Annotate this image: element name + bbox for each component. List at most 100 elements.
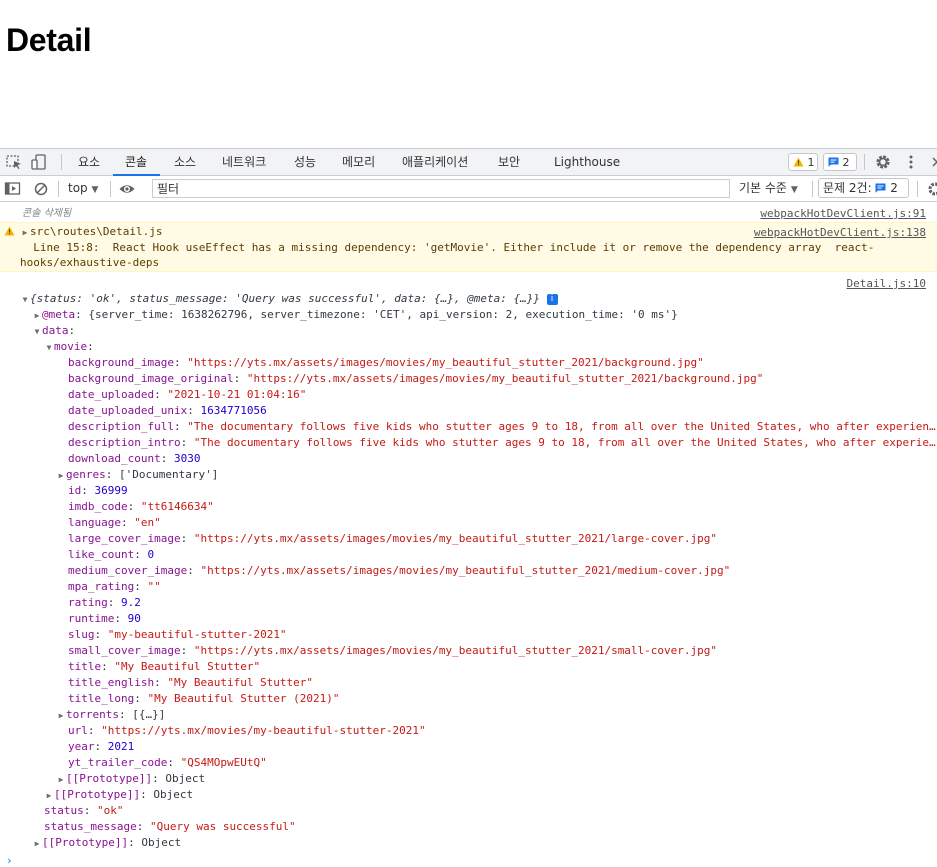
clear-console-icon[interactable]	[32, 180, 50, 198]
tree-row: description_full: "The documentary follo…	[68, 420, 936, 433]
console-output: 콘솔 삭제됨 webpackHotDevClient.js:91 ▶ src\ro…	[0, 202, 937, 867]
tree-row: background_image: "https://yts.mx/assets…	[68, 356, 704, 369]
tree-row: background_image_original: "https://yts.…	[68, 372, 764, 385]
tree-row[interactable]: ▼ movie:	[44, 339, 94, 355]
message-icon	[828, 157, 839, 167]
log-levels-dropdown[interactable]: 기본 수준 ▼	[739, 176, 798, 201]
expand-arrow-icon: ▶	[58, 471, 64, 480]
tree-value: "https://yts.mx/assets/images/movies/my_…	[193, 644, 718, 657]
tree-key: torrents	[66, 708, 119, 721]
tree-key: title_long	[68, 692, 135, 705]
tree-row: title: "My Beautiful Stutter"	[68, 660, 261, 673]
tab-sources[interactable]: 소스	[174, 149, 196, 176]
tree-row: url: "https://yts.mx/movies/my-beautiful…	[68, 724, 426, 737]
tree-row-meta[interactable]: ▶ @meta: {server_time: 1638262796, server…	[32, 307, 678, 323]
tree-row[interactable]: ▶ [[Prototype]]: Object	[56, 771, 206, 787]
tree-value: 90	[127, 612, 141, 625]
expand-arrow-icon: ▶	[58, 711, 64, 720]
tree-key: rating	[68, 596, 108, 609]
tree-value: "https://yts.mx/assets/images/movies/my_…	[193, 532, 718, 545]
tree-value: "QS4MOpwEUtQ"	[180, 756, 267, 769]
tree-key: medium_cover_image	[68, 564, 188, 577]
tree-key: imdb_code	[68, 500, 128, 513]
tree-key: slug	[68, 628, 95, 641]
warnings-badge[interactable]: 1	[788, 153, 818, 171]
context-selector[interactable]: top ▼	[68, 176, 98, 201]
issues-label: 문제 2건:	[823, 181, 872, 195]
tree-row: medium_cover_image: "https://yts.mx/asse…	[68, 564, 731, 577]
warning-icon	[793, 157, 804, 167]
tree-key: [[Prototype]]	[42, 836, 129, 849]
tree-row: slug: "my-beautiful-stutter-2021"	[68, 628, 287, 641]
log-object-summary[interactable]: ▼ {status: 'ok', status_message: 'Query w…	[20, 291, 558, 307]
tree-row[interactable]: ▶ torrents: [{…}]	[56, 707, 166, 723]
tree-key: genres	[66, 468, 106, 481]
tree-value: "My Beautiful Stutter"	[114, 660, 261, 673]
messages-badge[interactable]: 2	[823, 153, 857, 171]
inspect-element-icon[interactable]	[5, 153, 23, 171]
issues-count: 2	[890, 181, 898, 195]
console-filter-bar: top ▼ 기본 수준 ▼ 문제 2건: 2	[0, 176, 937, 202]
tree-key: date_uploaded	[68, 388, 155, 401]
tree-key: large_cover_image	[68, 532, 181, 545]
tab-application[interactable]: 애플리케이션	[402, 149, 468, 176]
tree-key: @meta	[42, 308, 76, 321]
expand-arrow-icon: ▶	[34, 839, 40, 848]
warning-message: ▶ src\routes\Detail.js webpackHotDevClien…	[0, 222, 937, 272]
device-toolbar-icon[interactable]	[30, 153, 48, 171]
tree-value: "https://yts.mx/movies/my-beautiful-stut…	[101, 724, 426, 737]
tree-key: [[Prototype]]	[54, 788, 141, 801]
warning-text-line: Line 15:8: React Hook useEffect has a mi…	[20, 241, 875, 254]
settings-icon[interactable]	[926, 180, 937, 198]
tab-security[interactable]: 보안	[498, 149, 520, 176]
source-link[interactable]: Detail.js:10	[847, 276, 926, 292]
tree-value: Object	[153, 788, 194, 801]
tab-memory[interactable]: 메모리	[342, 149, 375, 176]
tree-key: status	[44, 804, 84, 817]
filter-input[interactable]	[152, 179, 730, 198]
tree-value: Object	[165, 772, 206, 785]
tree-row[interactable]: ▶ [[Prototype]]: Object	[32, 835, 182, 851]
console-cleared-message: 콘솔 삭제됨	[22, 208, 72, 219]
tree-row: download_count: 3030	[68, 452, 201, 465]
close-icon[interactable]	[928, 153, 937, 171]
tree-value: "https://yts.mx/assets/images/movies/my_…	[200, 564, 731, 577]
source-link[interactable]: webpackHotDevClient.js:138	[754, 225, 926, 241]
tab-console[interactable]: 콘솔	[113, 149, 161, 176]
tree-key: data	[42, 324, 69, 337]
expand-arrow-icon: ▶	[34, 311, 40, 320]
tree-row[interactable]: ▶ genres: ['Documentary']	[56, 467, 219, 483]
tree-row[interactable]: ▼ data:	[32, 323, 76, 339]
tab-network[interactable]: 네트워크	[222, 149, 266, 176]
eye-icon[interactable]	[118, 180, 136, 198]
tree-key: like_count	[68, 548, 135, 561]
more-options-icon[interactable]	[902, 153, 920, 171]
console-prompt-icon[interactable]: ›	[6, 854, 13, 867]
issues-button[interactable]: 문제 2건: 2	[818, 178, 909, 198]
collapse-arrow-icon: ▼	[46, 343, 52, 352]
tree-value: "2021-10-21 01:04:16"	[167, 388, 307, 401]
tab-elements[interactable]: 요소	[78, 149, 100, 176]
divider	[58, 181, 59, 197]
tree-row: id: 36999	[68, 484, 128, 497]
tree-key: download_count	[68, 452, 161, 465]
tree-row: description_intro: "The documentary foll…	[68, 436, 936, 449]
tree-value: "en"	[134, 516, 161, 529]
tree-key: background_image	[68, 356, 174, 369]
warning-file: src\routes\Detail.js	[30, 225, 163, 238]
gear-icon[interactable]	[874, 153, 892, 171]
tree-key: runtime	[68, 612, 115, 625]
tree-row[interactable]: ▶ [[Prototype]]: Object	[44, 787, 194, 803]
warning-file-row[interactable]: ▶ src\routes\Detail.js	[20, 224, 163, 240]
tab-lighthouse[interactable]: Lighthouse	[554, 149, 620, 176]
tree-row: mpa_rating: ""	[68, 580, 161, 593]
divider	[110, 181, 111, 197]
tree-key: id	[68, 484, 82, 497]
sidebar-toggle-icon[interactable]	[4, 180, 22, 198]
tree-value: 0	[147, 548, 155, 561]
source-link[interactable]: webpackHotDevClient.js:91	[760, 206, 926, 222]
tree-key: title_english	[68, 676, 155, 689]
tree-key: [[Prototype]]	[66, 772, 153, 785]
tab-performance[interactable]: 성능	[294, 149, 316, 176]
warnings-count: 1	[807, 156, 815, 169]
